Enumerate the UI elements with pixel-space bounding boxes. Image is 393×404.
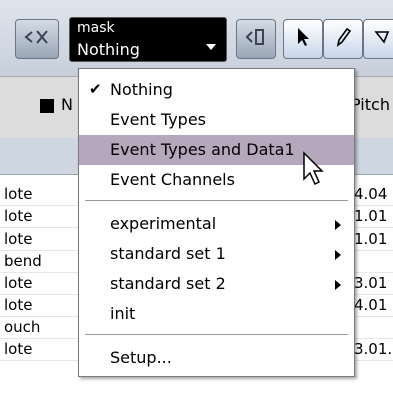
mute-toggle-button[interactable]: [15, 19, 59, 59]
event-value: 3.01: [354, 274, 388, 292]
event-type: lote: [4, 296, 33, 314]
event-value: 1.01: [354, 230, 388, 248]
checkmark-icon: ✔: [89, 80, 102, 98]
submenu-arrow-icon: [335, 250, 341, 260]
color-square-icon: [40, 99, 54, 113]
event-type: lote: [4, 230, 33, 248]
event-type: bend: [4, 252, 42, 270]
mask-value: Nothing: [77, 40, 140, 59]
event-value: 3.01.01: [354, 340, 393, 358]
menu-item-label: experimental: [110, 214, 217, 233]
toolbar: mask Nothing: [0, 0, 393, 76]
mute-toggle-icon: [23, 27, 51, 51]
event-value: 1.01: [354, 207, 388, 225]
menu-item-event-types[interactable]: Event Types: [79, 105, 354, 135]
menu-item-setup[interactable]: Setup...: [79, 343, 354, 373]
pencil-tool-button[interactable]: [323, 19, 363, 59]
submenu-arrow-icon: [335, 220, 341, 230]
event-type: ouch: [4, 318, 41, 336]
menu-separator: [85, 334, 348, 336]
menu-item-label: Event Channels: [110, 170, 235, 189]
event-type: lote: [4, 185, 33, 203]
pitch-column-header[interactable]: Pitch: [351, 95, 390, 114]
menu-item-experimental[interactable]: experimental: [79, 209, 354, 239]
submenu-arrow-icon: [335, 280, 341, 290]
pencil-tool-icon: [333, 26, 353, 52]
mouse-cursor-icon: [303, 151, 324, 186]
menu-item-nothing[interactable]: ✔ Nothing: [79, 75, 354, 105]
menu-item-label: init: [110, 304, 136, 323]
chevron-down-icon: [206, 44, 216, 50]
menu-item-label: Event Types and Data1: [110, 140, 295, 159]
mask-dropdown[interactable]: mask Nothing: [69, 17, 227, 62]
eraser-tool-icon: [373, 26, 393, 52]
menu-item-label: Event Types: [110, 110, 207, 129]
menu-item-init[interactable]: init: [79, 299, 354, 329]
menu-item-label: standard set 2: [110, 274, 226, 293]
menu-item-standard-set-1[interactable]: standard set 1: [79, 239, 354, 269]
event-value: 4.01: [354, 296, 388, 314]
event-type: lote: [4, 274, 33, 292]
menu-separator: [85, 200, 348, 202]
event-type: lote: [4, 207, 33, 225]
mask-label: mask: [77, 20, 115, 36]
event-type: lote: [4, 340, 33, 358]
insert-event-button[interactable]: [236, 19, 276, 59]
arrow-tool-button[interactable]: [283, 19, 323, 59]
menu-item-standard-set-2[interactable]: standard set 2: [79, 269, 354, 299]
insert-event-icon: [244, 27, 268, 51]
name-column-header[interactable]: N: [61, 95, 73, 114]
menu-item-label: Setup...: [110, 348, 172, 367]
menu-item-label: standard set 1: [110, 244, 226, 263]
event-value: 4.04: [354, 185, 388, 203]
arrow-tool-icon: [293, 26, 313, 52]
eraser-tool-button[interactable]: [363, 19, 393, 59]
mask-dropdown-menu: ✔ Nothing Event Types Event Types and Da…: [78, 68, 355, 377]
menu-item-label: Nothing: [110, 80, 173, 99]
